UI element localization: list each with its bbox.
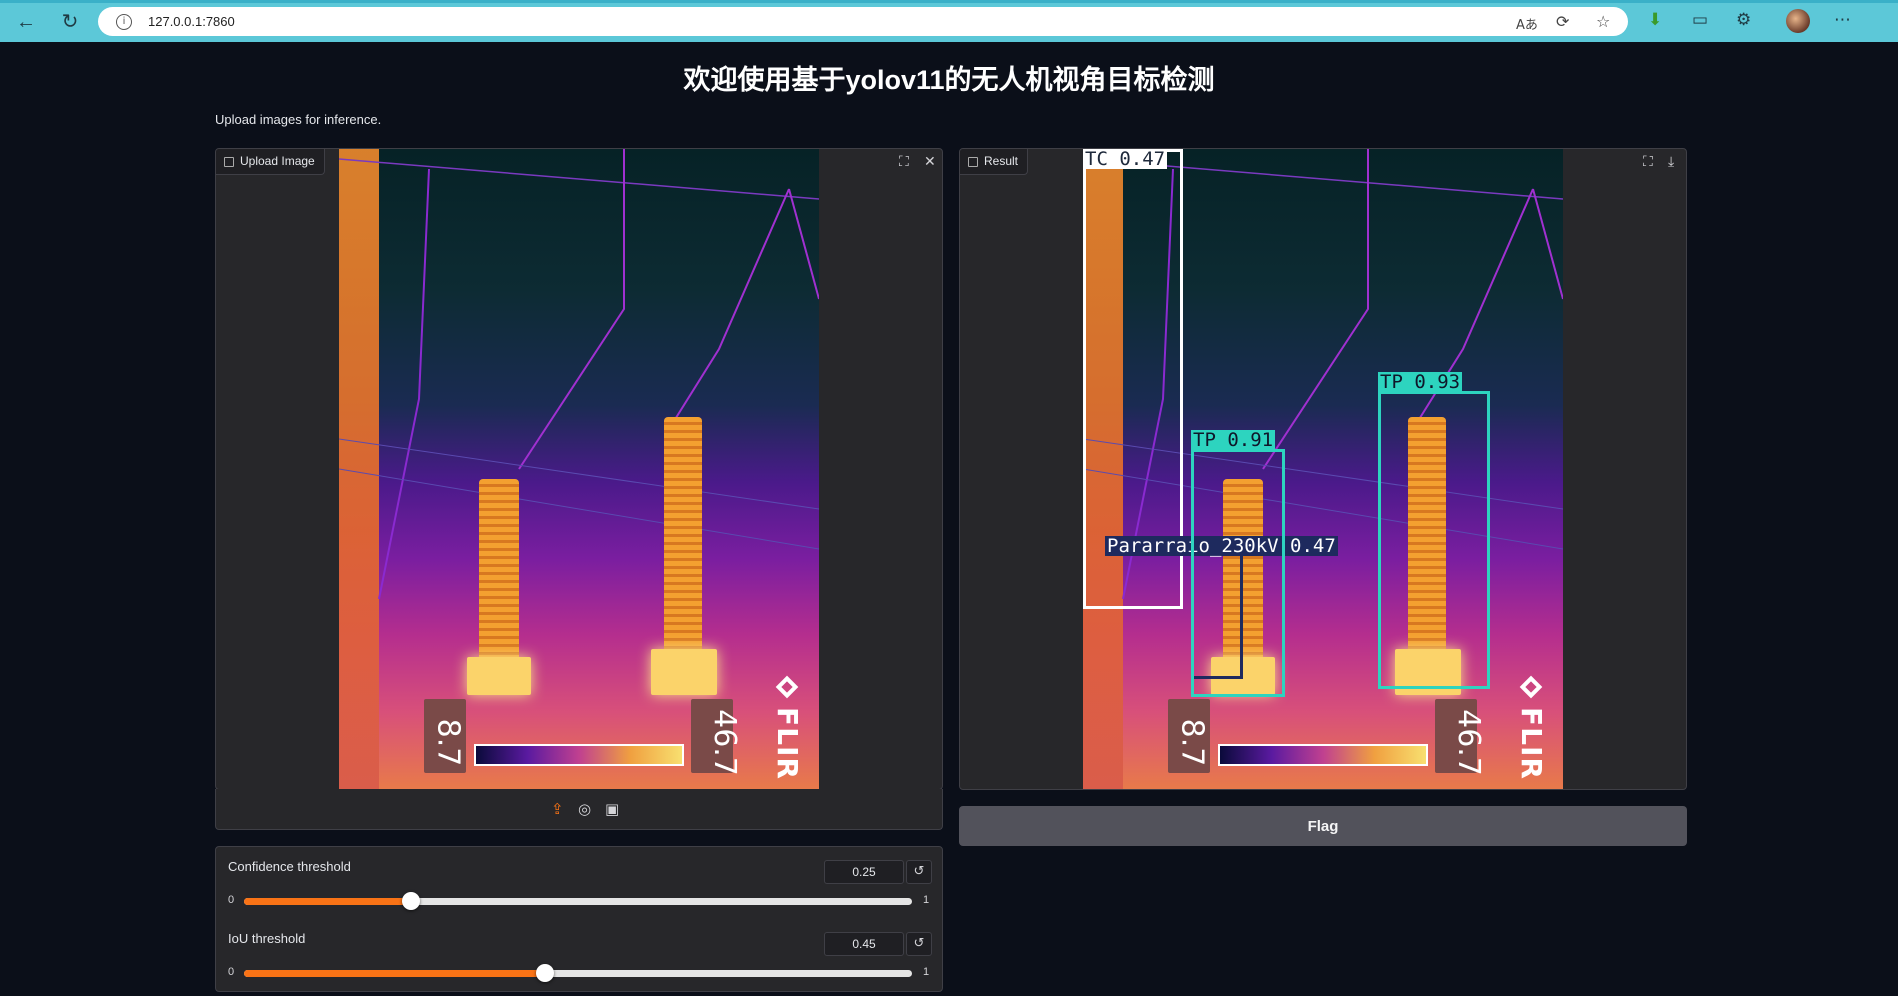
color-scale-bar xyxy=(474,744,684,766)
iou-slider[interactable] xyxy=(244,964,912,982)
fullscreen-icon[interactable]: ⛶ xyxy=(1643,154,1653,170)
detection-label-tc: TC 0.47 xyxy=(1083,149,1168,170)
min-temp-label: 8.7 xyxy=(424,699,466,773)
fullscreen-icon[interactable]: ⛶ xyxy=(899,154,909,170)
iou-min: 0 xyxy=(228,966,235,978)
page-title: 欢迎使用基于yolov11的无人机视角目标检测 xyxy=(683,65,1215,95)
flag-button[interactable]: Flag xyxy=(959,806,1687,846)
upload-icon[interactable]: ⇪ xyxy=(551,800,564,818)
browser-toolbar: ← ↻ i 127.0.0.1:7860 Aあ ⟳ ☆ ⬇ ▭ ⚙ ⋯ xyxy=(0,0,1898,42)
max-temp-value: 46.7 xyxy=(706,709,742,776)
upload-image-label: Upload Image xyxy=(216,149,325,175)
translate-icon[interactable]: Aあ xyxy=(1516,14,1538,33)
tab-accent xyxy=(0,0,1898,3)
right-insulator xyxy=(664,417,702,669)
uploaded-thermal-image: 8.7 46.7 FLIR xyxy=(339,149,819,789)
upload-image-label-text: Upload Image xyxy=(240,154,315,168)
result-label-text: Result xyxy=(984,154,1019,168)
confidence-reset-button[interactable]: ↺ xyxy=(906,860,932,884)
result-panel: Result ⛶ ⤓ 8.7 46.7 FLIR TC 0.47 Pararra… xyxy=(959,148,1687,790)
iou-threshold-input[interactable]: 0.45 xyxy=(824,932,904,956)
refresh-extension-icon[interactable]: ⟳ xyxy=(1556,12,1569,31)
result-thermal-image: 8.7 46.7 FLIR TC 0.47 Pararraio_230kV 0.… xyxy=(1083,149,1563,789)
min-temp-label: 8.7 xyxy=(1168,699,1210,773)
clipboard-icon[interactable]: ▣ xyxy=(605,800,619,818)
image-icon xyxy=(968,157,978,167)
iou-threshold-label: IoU threshold xyxy=(228,931,306,946)
iou-slider-thumb[interactable] xyxy=(535,964,554,982)
confidence-threshold-input[interactable]: 0.25 xyxy=(824,860,904,884)
upload-image-panel[interactable]: Upload Image ⛶ ✕ 8.7 46.7 FLIR xyxy=(215,148,943,790)
extensions-icon[interactable]: ⚙ xyxy=(1736,10,1751,30)
address-bar[interactable]: i 127.0.0.1:7860 Aあ ⟳ ☆ xyxy=(98,7,1628,36)
page-description: Upload images for inference. xyxy=(215,112,382,127)
min-temp-value: 8.7 xyxy=(430,718,466,767)
profile-avatar[interactable] xyxy=(1786,9,1810,33)
confidence-slider[interactable] xyxy=(244,892,912,910)
detection-label-tp-right: TP 0.93 xyxy=(1378,371,1463,393)
extension-download-icon[interactable]: ⬇ xyxy=(1648,10,1662,30)
more-menu-icon[interactable]: ⋯ xyxy=(1834,10,1851,30)
url-text[interactable]: 127.0.0.1:7860 xyxy=(148,14,235,29)
confidence-slider-fill xyxy=(244,898,411,905)
min-temp-value: 8.7 xyxy=(1174,718,1210,767)
detection-box-tp-right xyxy=(1378,391,1490,689)
bookmark-star-icon[interactable]: ☆ xyxy=(1596,12,1610,31)
detection-box-tp-left xyxy=(1191,449,1285,697)
max-temp-label: 46.7 xyxy=(691,699,742,776)
detection-label-tp-left: TP 0.91 xyxy=(1191,429,1276,451)
close-icon[interactable]: ✕ xyxy=(924,154,936,170)
confidence-slider-thumb[interactable] xyxy=(402,892,420,910)
power-lines xyxy=(339,149,819,600)
left-insulator xyxy=(479,479,519,669)
threshold-controls: Confidence threshold 0.25 ↺ 0 1 IoU thre… xyxy=(215,846,943,992)
confidence-min: 0 xyxy=(228,894,235,906)
right-insulator-base xyxy=(651,649,717,695)
confidence-max: 1 xyxy=(923,894,930,906)
upload-source-bar: ⇪ ◎ ▣ xyxy=(215,789,943,830)
split-screen-icon[interactable]: ▭ xyxy=(1692,10,1708,30)
reload-icon[interactable]: ↻ xyxy=(58,10,82,34)
max-temp-value: 46.7 xyxy=(1450,709,1486,776)
flir-logo-text: FLIR xyxy=(1515,707,1548,780)
max-temp-label: 46.7 xyxy=(1435,699,1486,776)
left-insulator-base xyxy=(467,657,531,695)
iou-slider-fill xyxy=(244,970,545,977)
color-scale-bar xyxy=(1218,744,1428,766)
confidence-threshold-label: Confidence threshold xyxy=(228,859,351,874)
webcam-icon[interactable]: ◎ xyxy=(578,800,591,818)
flir-logo-text: FLIR xyxy=(771,707,804,780)
iou-max: 1 xyxy=(923,966,930,978)
iou-reset-button[interactable]: ↺ xyxy=(906,932,932,956)
back-icon[interactable]: ← xyxy=(14,10,38,34)
image-icon xyxy=(224,157,234,167)
site-info-icon[interactable]: i xyxy=(116,14,132,30)
download-icon[interactable]: ⤓ xyxy=(1668,154,1674,170)
result-label: Result xyxy=(960,149,1029,175)
